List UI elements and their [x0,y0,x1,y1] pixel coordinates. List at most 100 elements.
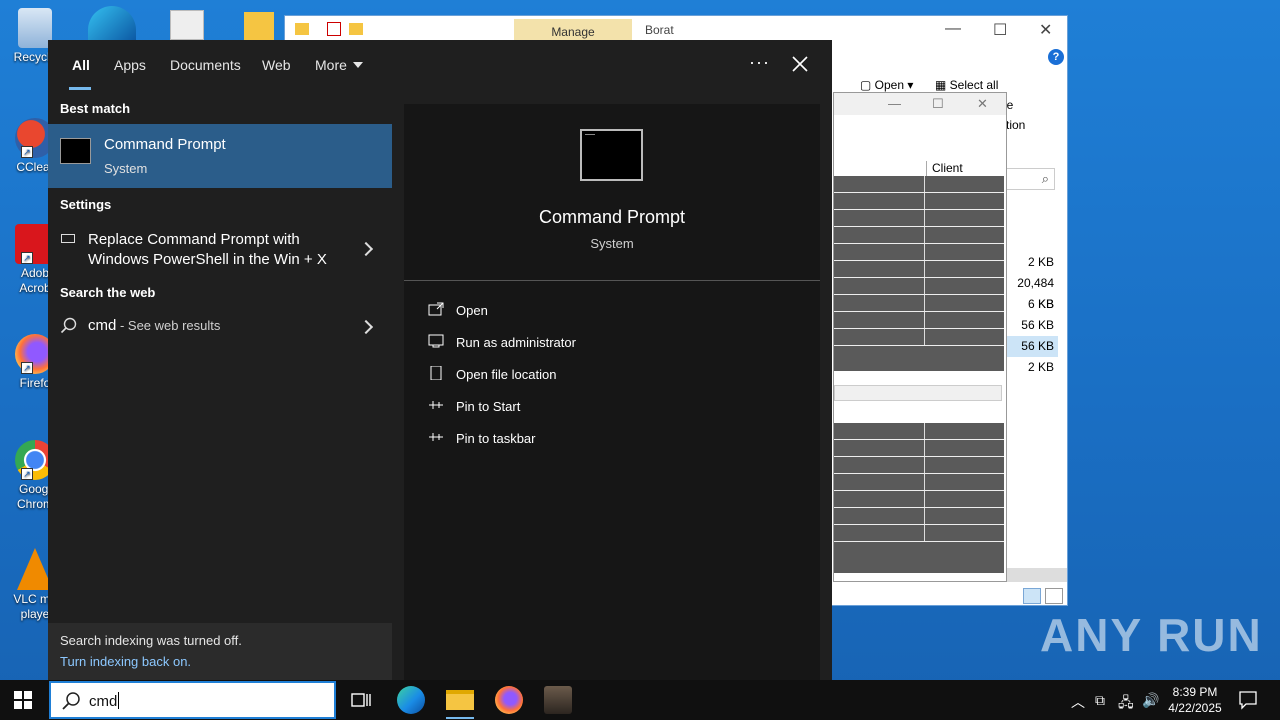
table-row[interactable] [834,440,1004,457]
settings-result-label: Replace Command Prompt with Windows Powe… [88,231,327,268]
table-row[interactable] [834,312,1004,329]
maximize-icon[interactable]: ☐ [993,20,1007,40]
shortcut-arrow-icon: ↗ [21,362,33,374]
chevron-up-icon[interactable]: ︿ [1071,692,1085,712]
taskbar-search-input[interactable]: cmd [49,681,336,719]
indexing-notice: Search indexing was turned off. Turn ind… [48,623,392,680]
table-row[interactable] [834,423,1004,440]
minimize-icon[interactable]: — [945,20,961,38]
large-icons-view-icon[interactable] [1045,588,1063,604]
open-icon [428,302,444,316]
preview-title: Command Prompt [538,207,686,227]
file-size: 20,484 KB [1017,276,1054,311]
select-all-button[interactable]: ▦ Select all [935,78,998,92]
turn-indexing-on-link[interactable]: Turn indexing back on. [60,654,191,669]
file-explorer-icon[interactable] [446,690,474,710]
app-avatar-icon[interactable] [544,686,572,714]
chevron-right-icon[interactable] [358,319,374,335]
horizontal-scrollbar[interactable] [1005,568,1067,582]
task-view-icon[interactable] [347,686,375,714]
table-row[interactable] [834,193,1004,210]
action-open-file-location[interactable]: Open file location [404,360,820,390]
close-icon[interactable]: ✕ [1039,20,1052,40]
open-button[interactable]: ▢ Open ▾ [860,78,913,92]
desktop-icon-document-partial[interactable] [170,10,204,40]
settings-heading: Settings [60,197,112,212]
best-match-result[interactable]: Command Prompt System [48,124,392,188]
web-search-result[interactable]: cmd - See web results [48,312,392,342]
folder-icon [295,23,309,35]
network-icon[interactable]: 🖧 [1118,692,1134,716]
shortcut-arrow-icon: ↗ [21,146,33,158]
explorer-search-input[interactable]: ⌕ [1005,168,1055,190]
action-label: Open file location [456,367,557,382]
desktop-icon-folder-partial[interactable] [244,12,274,40]
table-row[interactable] [834,210,1004,227]
action-run-as-admin[interactable]: Run as administrator [404,328,820,358]
maximize-icon[interactable]: ☐ [932,96,944,112]
command-prompt-large-icon [580,129,643,181]
close-icon[interactable]: ✕ [977,96,988,112]
web-result-label: cmd - See web results [88,317,220,334]
windows-start-icon[interactable] [14,691,32,709]
recycle-bin-icon [18,8,52,48]
help-icon[interactable]: ? [1048,49,1064,65]
file-size: 56 KB [1021,318,1054,332]
table-row[interactable] [834,278,1004,295]
table-row[interactable] [834,176,1004,193]
table-row[interactable] [834,295,1004,312]
tab-web[interactable]: Web [262,57,291,73]
file-size: 56 KB [1000,336,1058,357]
settings-result[interactable]: Replace Command Prompt with Windows Powe… [48,224,392,284]
command-prompt-icon [60,138,91,164]
action-label: Pin to taskbar [456,431,536,446]
edge-icon[interactable] [397,686,425,714]
select-all-label: Select all [949,78,999,92]
result-preview-pane: Command Prompt System Open Run as admini… [404,104,820,680]
table-row[interactable] [834,227,1004,244]
tab-more[interactable]: More [315,57,363,73]
action-pin-to-start[interactable]: Pin to Start [404,392,820,422]
table-row[interactable] [834,261,1004,278]
table-row[interactable] [834,491,1004,508]
tab-apps[interactable]: Apps [114,57,146,73]
new-folder-icon[interactable] [349,23,363,35]
clock[interactable]: 8:39 PM 4/22/2025 [1160,684,1230,716]
tab-all[interactable]: All [72,57,90,73]
tab-documents[interactable]: Documents [170,57,241,73]
notification-icon[interactable] [1238,690,1258,710]
inner-dialog-titlebar: — ☐ ✕ [834,93,1006,115]
chevron-right-icon[interactable] [358,241,374,257]
window-title: Borat [645,23,674,37]
open-label: Open [874,78,905,92]
inner-scrollbar[interactable] [834,385,1002,401]
table-row[interactable] [834,329,1004,346]
table-row[interactable] [834,244,1004,261]
firefox-icon[interactable] [495,686,523,714]
search-web-heading: Search the web [60,285,156,300]
table-row[interactable] [834,525,1004,542]
minimize-icon[interactable]: — [888,96,901,111]
more-options-icon[interactable]: ··· [749,52,770,73]
file-size: 2 KB [1027,360,1054,374]
table-row[interactable] [834,474,1004,491]
pin-icon [429,401,443,409]
inner-dialog-window: — ☐ ✕ Client version [833,92,1007,582]
shield-icon [428,334,444,348]
manage-tab[interactable]: Manage [514,19,632,41]
action-label: Pin to Start [456,399,521,414]
active-tab-indicator [69,87,91,90]
close-icon[interactable] [788,52,812,76]
meet-now-icon[interactable]: ⧉ [1095,692,1105,709]
properties-icon[interactable] [327,22,341,36]
table-row[interactable] [834,508,1004,525]
desktop-icon-edge-partial[interactable] [88,6,136,40]
volume-icon[interactable]: 🔊 [1142,692,1159,709]
shortcut-arrow-icon: ↗ [21,468,33,480]
action-pin-to-taskbar[interactable]: Pin to taskbar [404,424,820,454]
file-size: 2 KB [1027,255,1054,269]
table-row[interactable] [834,457,1004,474]
details-view-icon[interactable] [1023,588,1041,604]
action-open[interactable]: Open [404,296,820,326]
preview-divider [404,280,820,281]
